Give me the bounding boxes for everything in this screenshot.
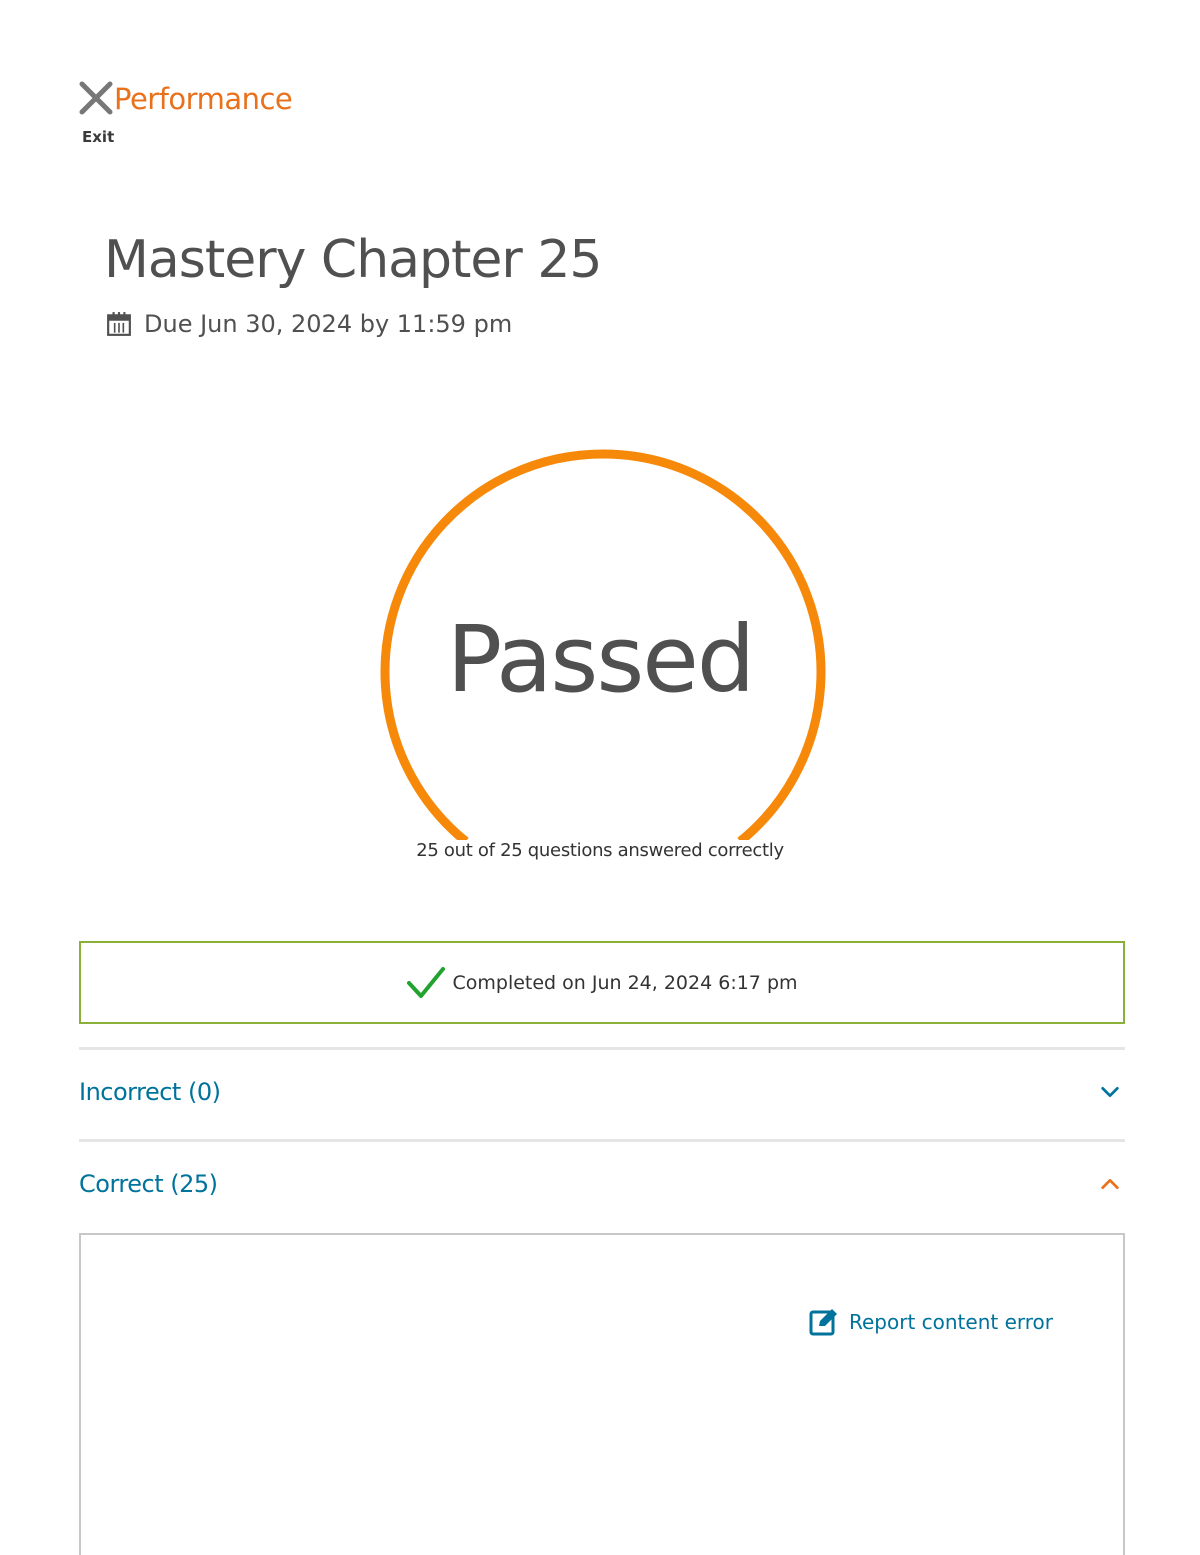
chevron-up-icon bbox=[1095, 1169, 1125, 1199]
accordion-correct[interactable]: Correct (25) bbox=[79, 1154, 1125, 1214]
exit-label: Exit bbox=[82, 128, 115, 146]
report-content-error-label: Report content error bbox=[848, 1310, 1053, 1334]
exit-button[interactable]: Performance Exit bbox=[78, 78, 318, 150]
completion-text: Completed on Jun 24, 2024 6:17 pm bbox=[452, 971, 798, 994]
correct-questions-panel: Report content error bbox=[79, 1233, 1125, 1555]
chevron-down-icon bbox=[1095, 1077, 1125, 1107]
calendar-icon bbox=[107, 312, 131, 336]
app-header: Performance Exit bbox=[78, 78, 318, 150]
divider bbox=[79, 1047, 1125, 1050]
due-text: Due Jun 30, 2024 by 11:59 pm bbox=[144, 310, 513, 338]
checkmark-icon bbox=[407, 966, 446, 998]
accordion-incorrect[interactable]: Incorrect (0) bbox=[79, 1062, 1125, 1122]
result-status: Passed bbox=[446, 606, 756, 713]
accordion-correct-label: Correct (25) bbox=[79, 1170, 218, 1198]
divider bbox=[79, 1139, 1125, 1142]
report-content-error-button[interactable]: Report content error bbox=[809, 1307, 1053, 1337]
header-title: Performance bbox=[114, 82, 293, 116]
completion-banner: Completed on Jun 24, 2024 6:17 pm bbox=[79, 941, 1125, 1024]
page-title: Mastery Chapter 25 bbox=[104, 230, 602, 290]
score-summary: 25 out of 25 questions answered correctl… bbox=[416, 840, 784, 861]
accordion-incorrect-label: Incorrect (0) bbox=[79, 1078, 221, 1106]
edit-icon bbox=[809, 1309, 837, 1336]
due-date: Due Jun 30, 2024 by 11:59 pm bbox=[106, 310, 512, 338]
close-icon bbox=[79, 81, 113, 115]
